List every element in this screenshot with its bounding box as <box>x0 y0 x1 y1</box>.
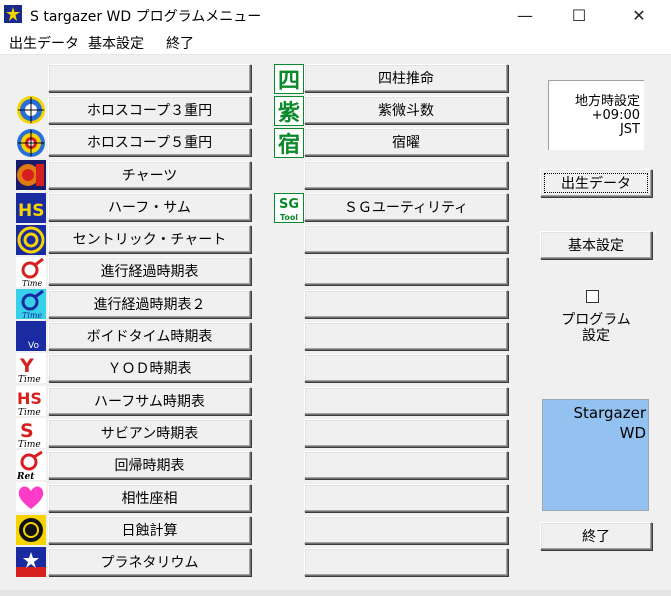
middle-blank-button-2[interactable] <box>304 225 508 253</box>
minimize-button[interactable]: — <box>502 0 548 30</box>
kanji-shuku-icon: 宿 <box>274 128 304 158</box>
window-title: S targazer WD プログラムメニュー <box>30 9 262 25</box>
yod-time-icon: Y Time <box>16 353 46 383</box>
menu-exit[interactable]: 終了 <box>166 33 194 53</box>
svg-text:Time: Time <box>22 311 42 319</box>
svg-text:Time: Time <box>18 408 41 416</box>
middle-blank-button-8[interactable] <box>304 419 508 447</box>
svg-text:Y: Y <box>19 355 34 377</box>
kanji-murasaki-glyph: 紫 <box>278 100 300 126</box>
horoscope-5-icon <box>16 128 46 158</box>
basic-settings-button[interactable]: 基本設定 <box>540 231 652 259</box>
middle-blank-button-4[interactable] <box>304 290 508 318</box>
close-button[interactable]: ✕ <box>616 0 662 30</box>
kanji-shi-murasaki-icon: 紫 <box>274 96 304 126</box>
middle-blank-button-7[interactable] <box>304 387 508 415</box>
svg-text:Time: Time <box>22 279 42 287</box>
sg-utility-button[interactable]: ＳＧユーティリティ <box>304 193 508 221</box>
return-time-icon: Ret <box>16 450 46 480</box>
program-settings-label: プログラム 設定 <box>561 312 631 344</box>
svg-text:Time: Time <box>18 440 41 448</box>
planetarium-icon <box>16 547 46 577</box>
sg-tool-icon: SG Tool <box>274 193 304 223</box>
svg-text:Vo: Vo <box>28 341 39 351</box>
hs-time-icon: HS Time <box>16 386 46 416</box>
charts-icon <box>16 160 46 190</box>
exit-button[interactable]: 終了 <box>540 522 652 550</box>
brand-panel: Stargazer WD <box>542 399 649 511</box>
kanji-shuku-glyph: 宿 <box>278 132 300 158</box>
yod-timetable-button[interactable]: ＹＯＤ時期表 <box>48 354 251 382</box>
svg-text:Ret: Ret <box>16 472 35 480</box>
half-sum-timetable-button[interactable]: ハーフサム時期表 <box>48 387 251 415</box>
svg-text:S: S <box>20 420 34 442</box>
title-bar[interactable]: S targazer WD プログラムメニュー — ☐ ✕ <box>0 0 671 30</box>
sg-icon-top-text: SG <box>279 197 299 212</box>
zi-wei-dou-shu-button[interactable]: 紫微斗数 <box>304 96 508 124</box>
middle-blank-button-9[interactable] <box>304 451 508 479</box>
program-settings-checkbox[interactable] <box>586 290 599 303</box>
local-time-title: 地方時設定 <box>574 94 640 109</box>
kanji-shi-icon: 四 <box>274 64 304 94</box>
stargazer-app-icon[interactable] <box>4 5 22 23</box>
sabian-timetable-button[interactable]: サビアン時期表 <box>48 419 251 447</box>
birth-data-button[interactable]: 出生データ <box>540 169 652 197</box>
window-bottom-edge <box>0 590 671 596</box>
svg-text:Time: Time <box>18 375 41 383</box>
centric-chart-button[interactable]: セントリック・チャート <box>48 225 251 253</box>
hs-icon: HS <box>16 193 46 223</box>
brand-suffix: WD <box>619 424 646 442</box>
return-timetable-button[interactable]: 回帰時期表 <box>48 451 251 479</box>
svg-text:HS: HS <box>18 201 44 221</box>
charts-button[interactable]: チャーツ <box>48 161 251 189</box>
four-pillars-button[interactable]: 四柱推命 <box>304 64 508 92</box>
transit-time-2-icon: Time <box>16 289 46 319</box>
left-blank-button[interactable] <box>48 64 251 92</box>
transit-time-icon: Time <box>16 257 46 287</box>
middle-blank-button-12[interactable] <box>304 548 508 576</box>
middle-blank-button-11[interactable] <box>304 516 508 544</box>
timezone-offset: +09:00 <box>591 108 640 123</box>
horoscope-3-icon <box>16 95 46 125</box>
sukuyo-button[interactable]: 宿曜 <box>304 128 508 156</box>
void-time-button[interactable]: ボイドタイム時期表 <box>48 322 251 350</box>
maximize-button[interactable]: ☐ <box>556 0 602 30</box>
middle-blank-button-10[interactable] <box>304 484 508 512</box>
menu-basic-settings[interactable]: 基本設定 <box>88 33 144 53</box>
eclipse-icon <box>16 515 46 545</box>
middle-blank-button-3[interactable] <box>304 257 508 285</box>
transit-timetable-button[interactable]: 進行経過時期表 <box>48 257 251 285</box>
timezone-name: JST <box>619 122 640 137</box>
heart-icon <box>16 482 46 512</box>
centric-icon <box>16 225 46 255</box>
local-time-setting[interactable]: 地方時設定 +09:00 JST <box>548 80 644 150</box>
planetarium-button[interactable]: プラネタリウム <box>48 548 251 576</box>
menu-birth-data[interactable]: 出生データ <box>9 33 79 53</box>
void-time-icon: Vo <box>16 321 46 351</box>
kanji-shi-glyph: 四 <box>278 69 300 94</box>
transit-timetable-2-button[interactable]: 進行経過時期表２ <box>48 290 251 318</box>
sabian-time-icon: S Time <box>16 418 46 448</box>
middle-blank-button-1[interactable] <box>304 161 508 189</box>
half-sum-button[interactable]: ハーフ・サム <box>48 193 251 221</box>
compatibility-button[interactable]: 相性座相 <box>48 484 251 512</box>
menu-bar: 出生データ 基本設定 終了 <box>0 30 671 55</box>
horoscope-5-button[interactable]: ホロスコープ５重円 <box>48 128 251 156</box>
horoscope-3-button[interactable]: ホロスコープ３重円 <box>48 96 251 124</box>
eclipse-calc-button[interactable]: 日蝕計算 <box>48 516 251 544</box>
sg-icon-bottom-text: Tool <box>280 213 298 222</box>
svg-text:HS: HS <box>17 389 42 408</box>
middle-blank-button-6[interactable] <box>304 354 508 382</box>
middle-blank-button-5[interactable] <box>304 322 508 350</box>
brand-name: Stargazer <box>573 404 646 422</box>
